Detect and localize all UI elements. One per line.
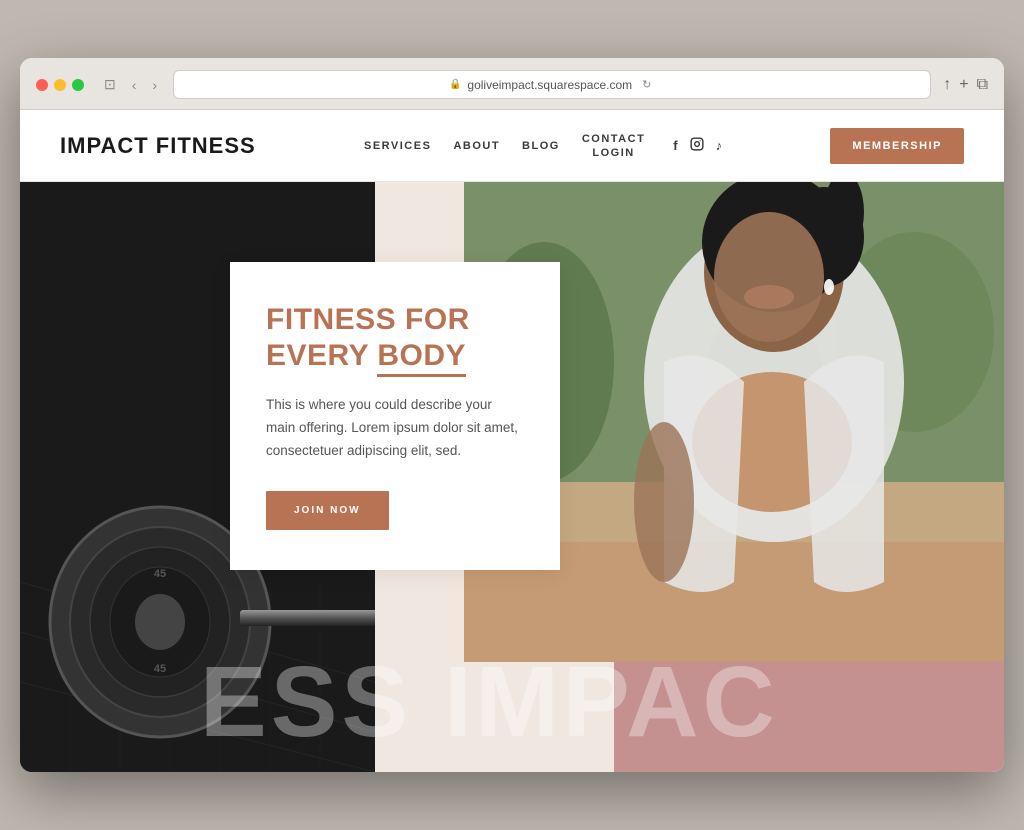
hero-section: 45 45 FITNESS FOR EVERY BODY This is whe… (20, 182, 1004, 772)
svg-text:45: 45 (154, 663, 166, 675)
nav-services[interactable]: SERVICES (364, 140, 431, 152)
browser-titlebar: ⊡ ‹ › 🔒 goliveimpact.squarespace.com ↻ ↑… (20, 58, 1004, 110)
forward-btn[interactable]: › (148, 75, 161, 95)
minimize-button[interactable] (54, 79, 66, 91)
nav-center: SERVICES ABOUT BLOG CONTACT LOGIN f (364, 133, 722, 159)
instagram-icon[interactable] (690, 137, 704, 154)
tiktok-icon[interactable]: ♪ (716, 138, 723, 153)
url-text: goliveimpact.squarespace.com (467, 78, 632, 92)
window-layout-btn[interactable]: ⊡ (100, 74, 120, 95)
join-now-button[interactable]: JOIN NOW (266, 491, 389, 530)
new-tab-btn[interactable]: + (959, 76, 968, 94)
site-logo[interactable]: IMPACT FITNESS (60, 133, 256, 159)
browser-action-buttons: ↑ + ⧉ (943, 76, 988, 94)
social-icons: f ♪ (673, 137, 722, 154)
facebook-icon[interactable]: f (673, 138, 677, 153)
nav-about[interactable]: ABOUT (453, 140, 500, 152)
headline-line2: EVERY (266, 339, 377, 372)
nav-contact[interactable]: CONTACT (582, 133, 645, 145)
nav-login[interactable]: LOGIN (592, 147, 634, 159)
address-bar[interactable]: 🔒 goliveimpact.squarespace.com ↻ (173, 70, 931, 99)
browser-window: ⊡ ‹ › 🔒 goliveimpact.squarespace.com ↻ ↑… (20, 58, 1004, 772)
browser-controls: ⊡ ‹ › (100, 74, 161, 95)
lock-icon: 🔒 (449, 79, 461, 90)
refresh-btn[interactable]: ↻ (638, 76, 655, 93)
hero-card: FITNESS FOR EVERY BODY This is where you… (230, 262, 560, 570)
svg-text:45: 45 (154, 568, 166, 580)
close-button[interactable] (36, 79, 48, 91)
hero-bg-text: ESS IMPAC (200, 652, 779, 752)
site-header: IMPACT FITNESS SERVICES ABOUT BLOG CONTA… (20, 110, 1004, 182)
nav-blog[interactable]: BLOG (522, 140, 560, 152)
back-btn[interactable]: ‹ (128, 75, 141, 95)
duplicate-btn[interactable]: ⧉ (977, 76, 988, 94)
nav-contact-login: CONTACT LOGIN (582, 133, 645, 159)
main-nav: SERVICES ABOUT BLOG CONTACT LOGIN (364, 133, 645, 159)
hero-headline: FITNESS FOR EVERY BODY (266, 302, 524, 374)
headline-line1: FITNESS FOR (266, 303, 470, 336)
website: IMPACT FITNESS SERVICES ABOUT BLOG CONTA… (20, 110, 1004, 772)
share-btn[interactable]: ↑ (943, 76, 951, 94)
headline-body: BODY (377, 339, 466, 377)
membership-button[interactable]: MEMBERSHIP (830, 128, 964, 164)
fullscreen-button[interactable] (72, 79, 84, 91)
hero-description: This is where you could describe your ma… (266, 394, 524, 463)
traffic-lights (36, 79, 84, 91)
